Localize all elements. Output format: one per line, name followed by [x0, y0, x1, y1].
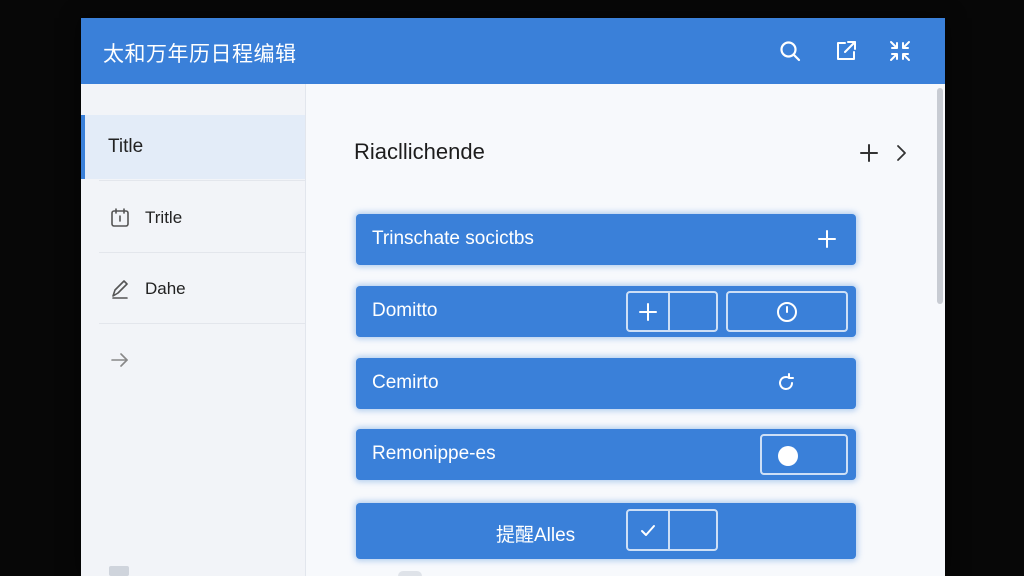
time-button[interactable] — [726, 291, 848, 332]
add-stepper[interactable] — [626, 291, 718, 332]
add-button[interactable] — [858, 142, 880, 164]
sidebar-item-label: Tritle — [145, 208, 183, 227]
row-label: Remonippe-es — [372, 443, 496, 464]
collapse-button[interactable] — [887, 38, 913, 64]
schedule-row[interactable]: Cemirto — [356, 358, 856, 409]
schedule-row[interactable]: Remonippe-es — [356, 429, 856, 480]
schedule-row[interactable]: Domitto — [356, 286, 856, 337]
row-label: Trinschate socictbs — [372, 228, 534, 249]
app-title: 太和万年历日程编辑 — [103, 43, 297, 66]
sidebar-item-label: Dahe — [145, 279, 186, 298]
app-window: 太和万年历日程编辑 Title T — [81, 18, 945, 576]
truncated-icon — [398, 571, 422, 576]
refresh-icon[interactable] — [774, 371, 798, 395]
calendar-icon — [109, 207, 131, 229]
plus-icon[interactable] — [628, 293, 670, 330]
sidebar-item-title[interactable]: Title — [81, 115, 305, 179]
edit-icon — [109, 278, 131, 300]
plus-icon[interactable] — [816, 228, 838, 250]
plus-icon — [860, 144, 878, 162]
sidebar-item-dahe[interactable]: Dahe — [81, 257, 305, 321]
toggle-dot-icon — [778, 446, 798, 466]
search-button[interactable] — [777, 38, 803, 64]
sidebar-divider — [99, 180, 305, 181]
schedule-row[interactable]: Trinschate socictbs — [356, 214, 856, 265]
checkbox-checked-icon[interactable] — [628, 511, 670, 549]
clock-icon — [777, 301, 797, 322]
scrollbar[interactable] — [937, 88, 943, 304]
reminder-toggle[interactable] — [760, 434, 848, 475]
row-label: Cemirto — [372, 372, 439, 393]
sidebar-item-label: Title — [108, 136, 144, 157]
collapse-icon — [890, 41, 910, 61]
section-title: Riacl​lichende — [354, 139, 485, 164]
row-label: Domitto — [372, 300, 438, 321]
main-panel: Riacl​lichende Trinschate socictbs Domit… — [306, 84, 945, 576]
next-button[interactable] — [890, 142, 912, 164]
reminder-checkbox[interactable] — [626, 509, 718, 551]
schedule-row[interactable]: 提醒Alles — [356, 503, 856, 559]
sidebar-divider — [99, 252, 305, 253]
title-bar: 太和万年历日程编辑 — [81, 18, 945, 84]
truncated-icon — [109, 566, 129, 576]
export-button[interactable] — [833, 38, 859, 64]
sidebar-item-more[interactable] — [81, 328, 305, 392]
sidebar-item-tritle[interactable]: Tritle — [81, 186, 305, 250]
chevron-right-icon — [897, 145, 906, 161]
arrow-right-icon — [109, 349, 131, 371]
row-label: 提醒Alles — [496, 525, 576, 546]
search-icon — [780, 41, 801, 62]
sidebar: Title Tritle Dahe — [81, 84, 306, 576]
sidebar-divider — [99, 323, 305, 324]
export-icon — [837, 41, 856, 60]
